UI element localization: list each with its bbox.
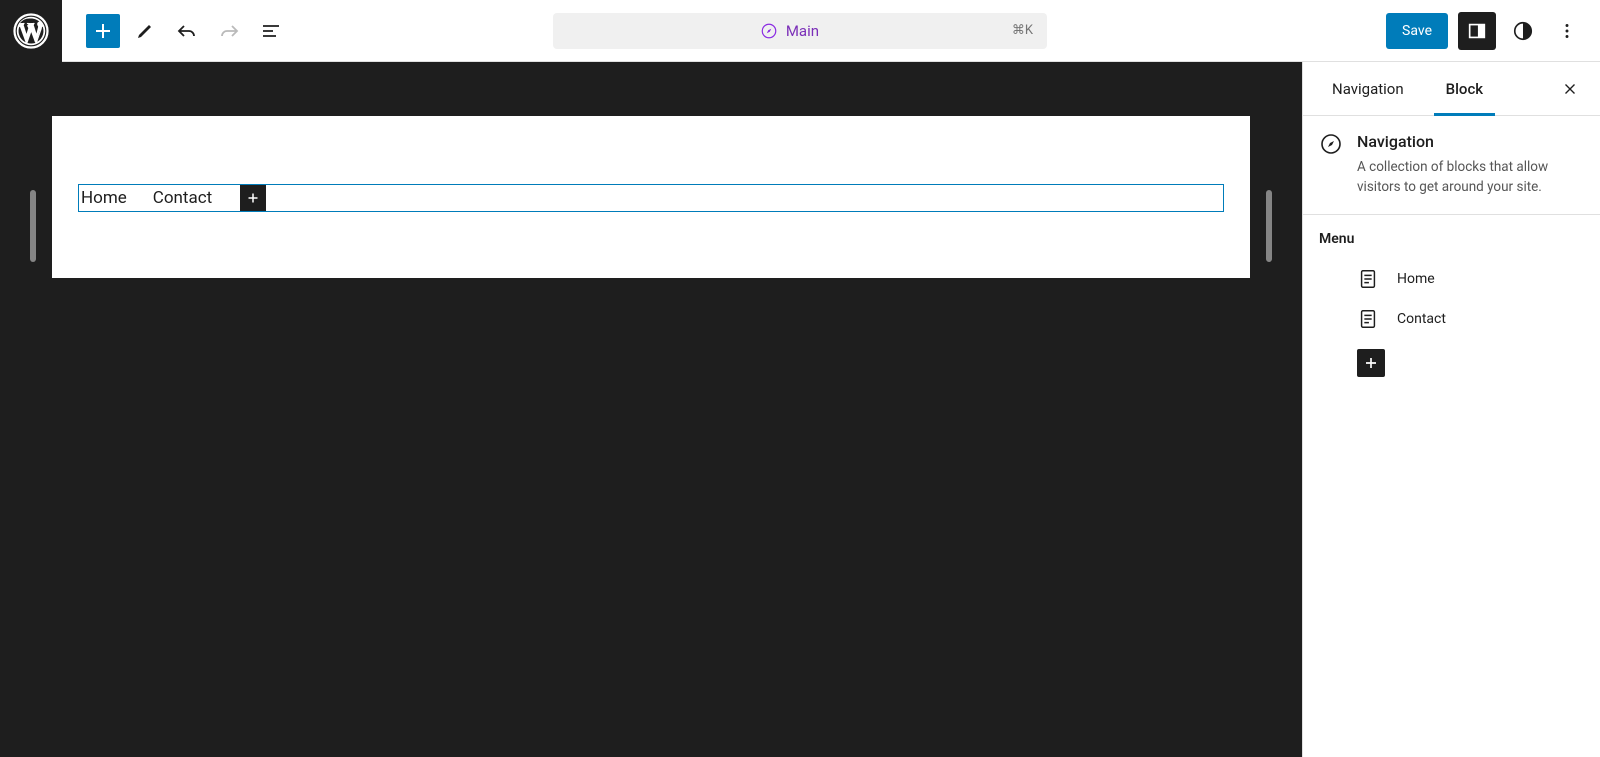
settings-panel-toggle[interactable] [1458,12,1496,50]
resize-handle-right[interactable] [1266,190,1272,262]
editor-canvas[interactable]: Home Contact [0,62,1302,757]
compass-icon [1319,132,1343,156]
wordpress-logo[interactable] [0,0,62,62]
options-menu-button[interactable] [1550,14,1584,48]
menu-item-label: Home [1397,271,1435,287]
resize-handle-left[interactable] [30,190,36,262]
add-menu-item-button[interactable] [1357,349,1385,377]
settings-sidebar: Navigation Block Navigation A collection… [1302,62,1600,757]
navigation-block[interactable]: Home Contact [78,184,1224,212]
nav-link-contact[interactable]: Contact [153,188,212,208]
document-title: Main [786,22,819,40]
menu-item-home[interactable]: Home [1357,263,1584,295]
redo-button[interactable] [212,14,246,48]
styles-button[interactable] [1506,14,1540,48]
add-nav-item-button[interactable] [240,185,266,211]
menu-item-label: Contact [1397,311,1446,327]
menu-section-title: Menu [1319,231,1584,247]
document-bar[interactable]: Main ⌘K [553,13,1047,49]
tab-block[interactable]: Block [1434,64,1495,114]
page-icon [1357,268,1379,290]
template-preview: Home Contact [52,116,1250,278]
list-view-button[interactable] [254,14,288,48]
menu-item-contact[interactable]: Contact [1357,303,1584,335]
nav-link-home[interactable]: Home [81,188,127,208]
close-sidebar-button[interactable] [1556,75,1584,103]
undo-button[interactable] [170,14,204,48]
tools-button[interactable] [128,14,162,48]
compass-icon [760,22,778,40]
keyboard-shortcut: ⌘K [1012,23,1033,38]
block-inserter-button[interactable] [86,14,120,48]
save-button[interactable]: Save [1386,13,1448,49]
block-description: A collection of blocks that allow visito… [1357,157,1584,198]
page-icon [1357,308,1379,330]
tab-navigation[interactable]: Navigation [1320,64,1416,114]
block-title: Navigation [1357,132,1584,151]
